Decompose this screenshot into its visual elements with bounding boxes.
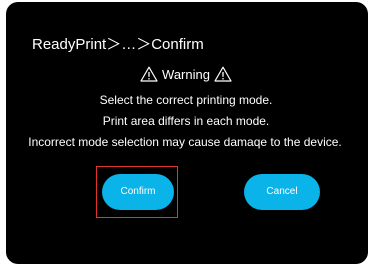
warning-triangle-icon: [140, 66, 158, 82]
confirm-button[interactable]: Confirm: [102, 174, 174, 210]
warning-label: Warning: [162, 67, 210, 82]
warning-message: Incorrect mode selection may cause damaq…: [28, 135, 342, 149]
warning-message: Select the correct printing mode.: [99, 93, 273, 107]
printer-screen: ReadyPrint＞…＞Confirm Warning Select the …: [0, 0, 372, 268]
warning-triangle-icon: [214, 66, 232, 82]
cancel-button[interactable]: Cancel: [244, 174, 320, 210]
warning-header: Warning: [0, 66, 372, 84]
breadcrumb: ReadyPrint＞…＞Confirm: [32, 36, 204, 53]
warning-message: Print area differs in each mode.: [102, 114, 270, 128]
